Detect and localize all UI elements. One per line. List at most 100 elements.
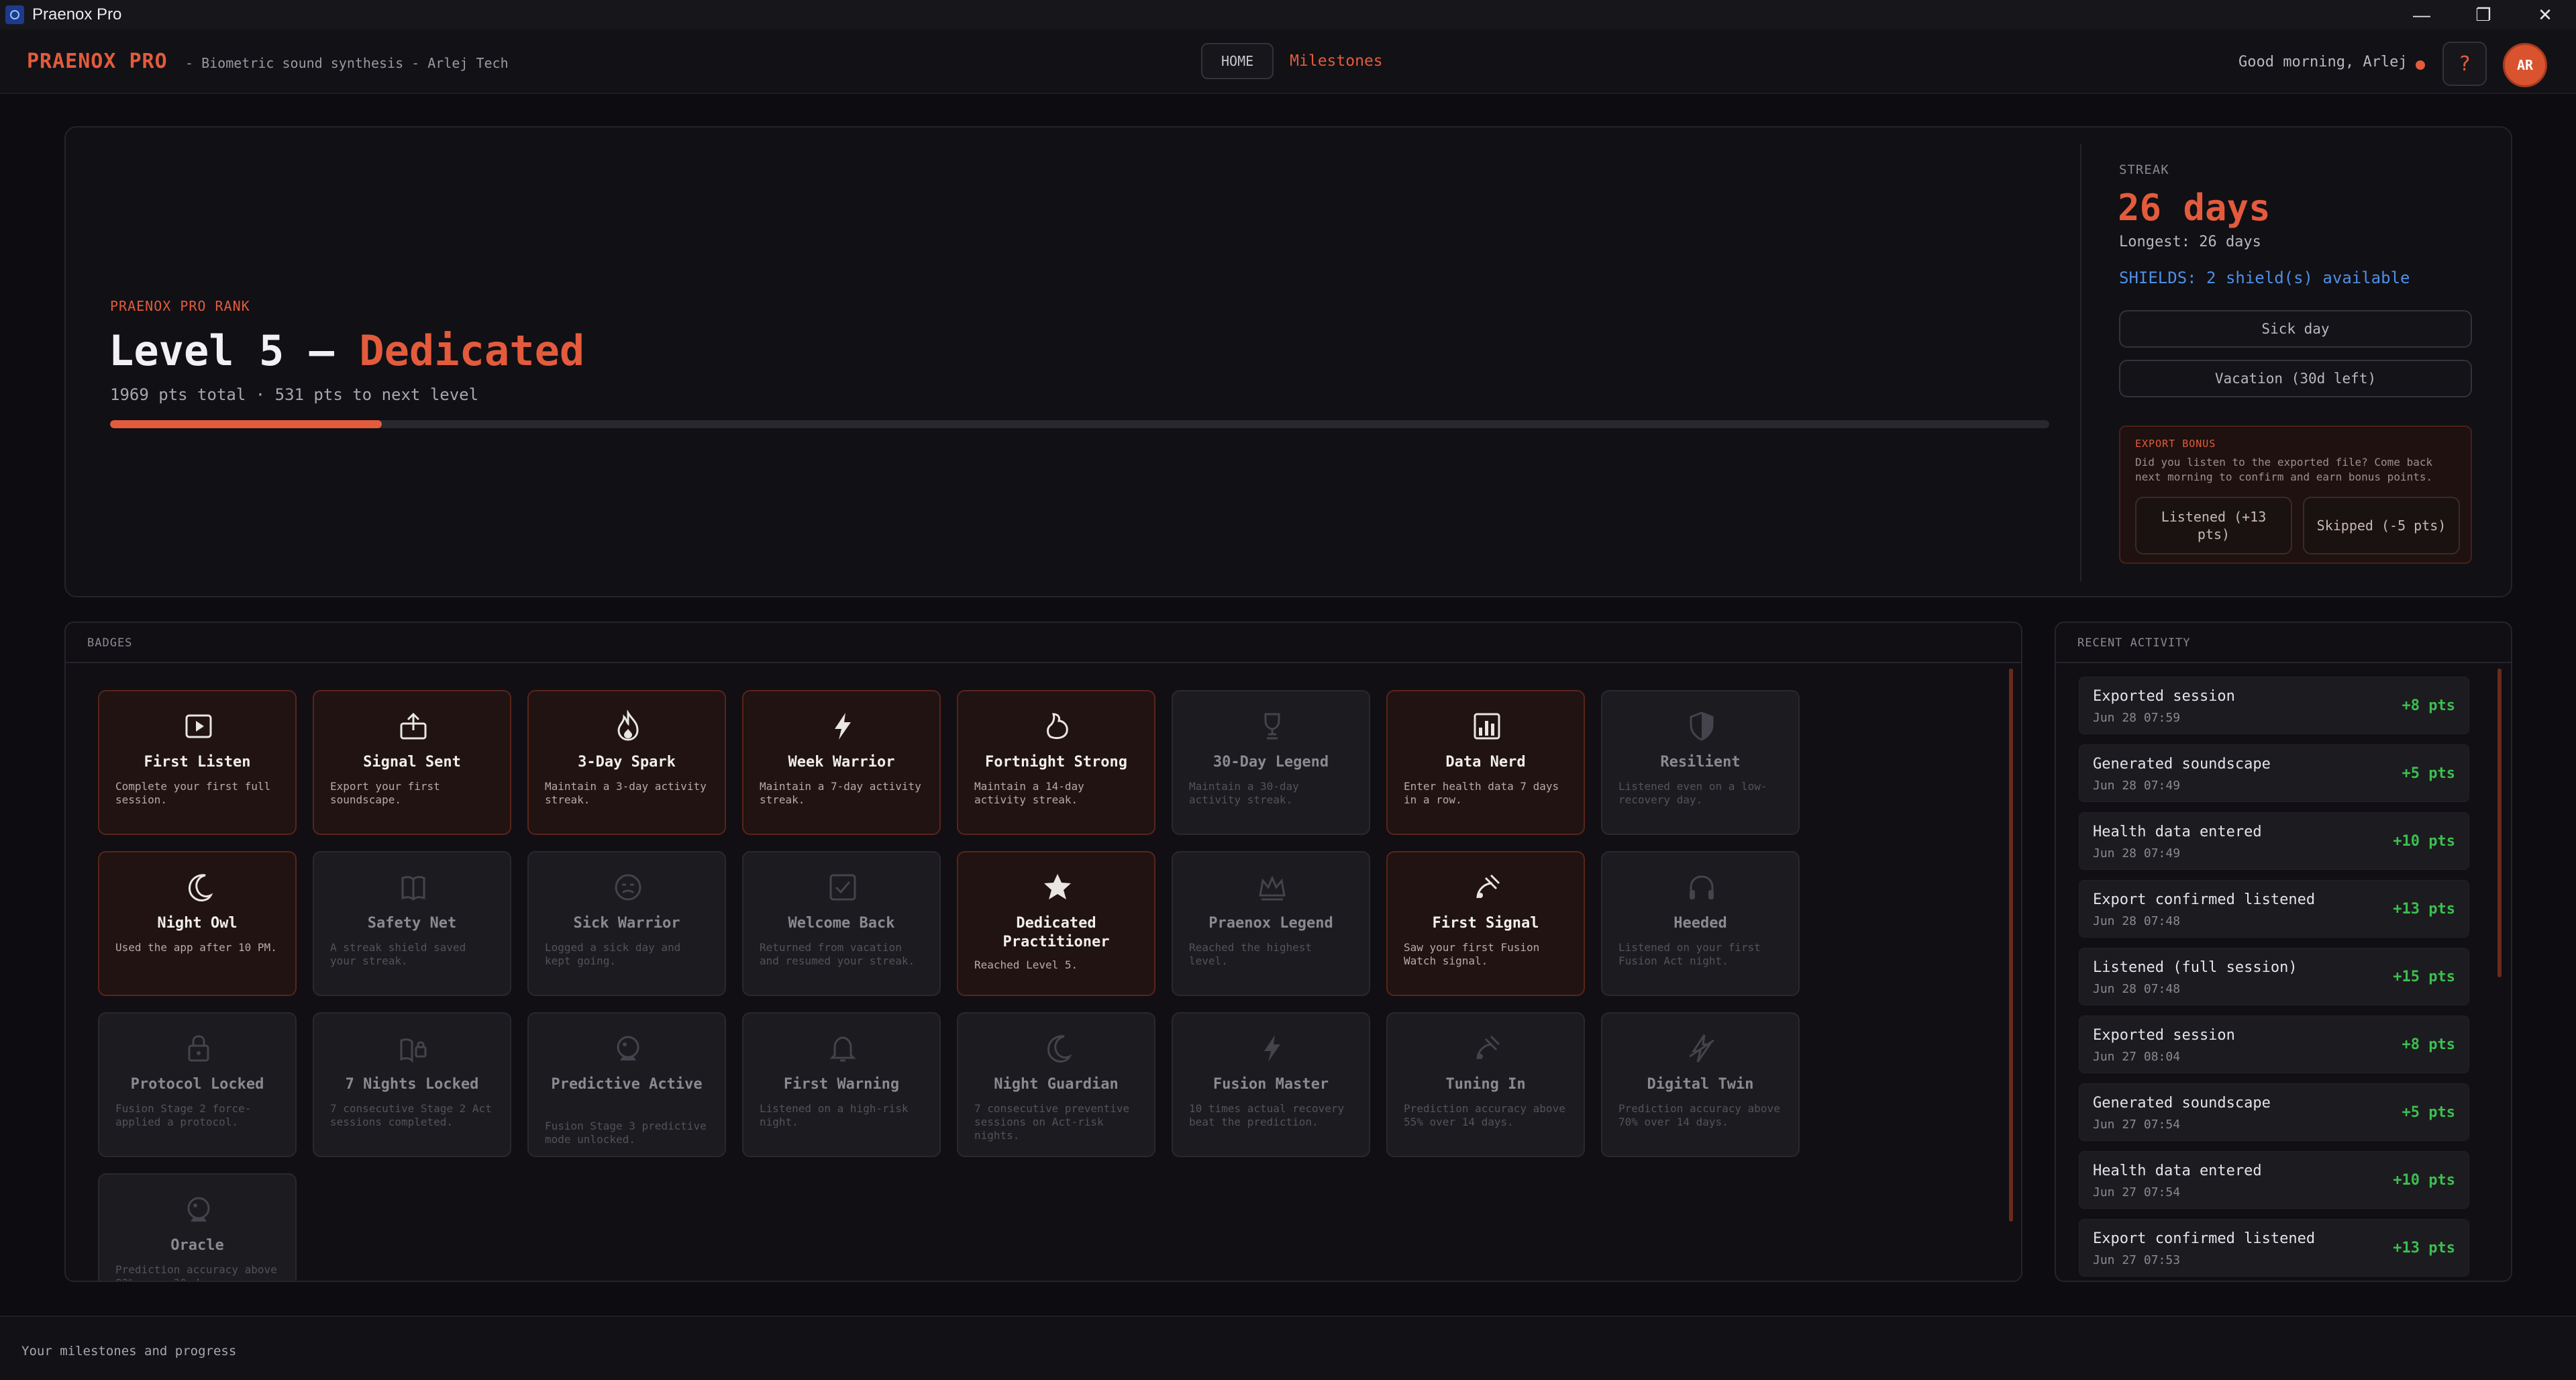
lock-book-icon — [396, 1031, 431, 1066]
badge-card[interactable]: 7 Nights Locked 7 consecutive Stage 2 Act… — [313, 1012, 511, 1157]
badge-name: Fortnight Strong — [985, 754, 1127, 771]
badge-card[interactable]: Digital Twin Prediction accuracy above 70… — [1601, 1012, 1800, 1157]
badge-card[interactable]: Praenox Legend Reached the highest level. — [1172, 851, 1370, 996]
vacation-button[interactable]: Vacation (30d left) — [2119, 360, 2472, 397]
activity-title: Health data entered — [2093, 824, 2262, 840]
activity-time: Jun 28 07:48 — [2093, 914, 2181, 928]
badge-card[interactable]: Signal Sent Export your first soundscape. — [313, 690, 511, 835]
badge-card[interactable]: Night Guardian 7 consecutive preventive s… — [957, 1012, 1155, 1157]
badge-card[interactable]: Welcome Back Returned from vacation and r… — [742, 851, 941, 996]
help-button[interactable]: ? — [2442, 42, 2487, 86]
badge-card[interactable]: Dedicated Practitioner Reached Level 5. — [957, 851, 1155, 996]
activity-item: Health data entered Jun 27 07:54 +10 pts — [2079, 1151, 2469, 1209]
badge-description: 10 times actual recovery beat the predic… — [1189, 1102, 1345, 1128]
shields-available: SHIELDS: 2 shield(s) available — [2119, 268, 2410, 287]
crystal-ball-icon — [611, 1031, 646, 1066]
minimize-icon[interactable]: — — [2391, 0, 2453, 30]
app-icon — [5, 5, 24, 24]
badge-name: Digital Twin — [1647, 1076, 1754, 1093]
bell-icon — [825, 1031, 860, 1066]
badge-card[interactable]: Week Warrior Maintain a 7-day activity st… — [742, 690, 941, 835]
badge-card[interactable]: Predictive Active Fusion Stage 3 predicti… — [527, 1012, 726, 1157]
badge-card[interactable]: Heeded Listened on your first Fusion Act … — [1601, 851, 1800, 996]
activity-time: Jun 28 07:49 — [2093, 846, 2181, 860]
export-bonus-description: Did you listen to the exported file? Com… — [2135, 456, 2433, 483]
badge-card[interactable]: First Signal Saw your first Fusion Watch … — [1386, 851, 1585, 996]
badge-name: Resilient — [1660, 754, 1741, 771]
badge-card[interactable]: Resilient Listened even on a low-recovery… — [1601, 690, 1800, 835]
activity-points: +5 pts — [2402, 1104, 2455, 1121]
badge-name: Tuning In — [1445, 1076, 1526, 1093]
badge-card[interactable]: First Listen Complete your first full ses… — [98, 690, 297, 835]
nav-home-button[interactable]: HOME — [1201, 43, 1274, 79]
activity-scrollbar[interactable] — [2497, 669, 2502, 977]
export-bonus-card: EXPORT BONUS Did you listen to the expor… — [2119, 426, 2472, 564]
activity-title: Health data entered — [2093, 1163, 2262, 1179]
star-icon — [1040, 870, 1075, 905]
activity-item: Exported session Jun 27 08:04 +8 pts — [2079, 1016, 2469, 1073]
badge-card[interactable]: Safety Net A streak shield saved your str… — [313, 851, 511, 996]
bolt-icon — [825, 709, 860, 744]
activity-item: Exported session Jun 28 07:59 +8 pts — [2079, 677, 2469, 734]
badge-card[interactable]: Oracle Prediction accuracy above 82% over… — [98, 1173, 297, 1281]
close-icon[interactable]: ✕ — [2514, 0, 2576, 30]
badge-name: First Listen — [144, 754, 251, 771]
badge-description: Reached Level 5. — [974, 958, 1078, 971]
activity-points: +8 pts — [2402, 697, 2455, 714]
badge-name: Data Nerd — [1445, 754, 1526, 771]
badge-name: Predictive Active — [551, 1076, 703, 1093]
badge-description: Prediction accuracy above 70% over 14 da… — [1618, 1102, 1780, 1128]
badge-name: Sick Warrior — [573, 915, 680, 932]
badge-description: Complete your first full session. — [115, 780, 271, 806]
user-avatar[interactable]: AR — [2503, 43, 2547, 87]
rank-level-name: Dedicated — [359, 326, 585, 375]
badge-card[interactable]: Fusion Master 10 times actual recovery be… — [1172, 1012, 1370, 1157]
headphones-icon — [1684, 870, 1719, 905]
activity-points: +10 pts — [2393, 1172, 2455, 1189]
activity-points: +8 pts — [2402, 1036, 2455, 1053]
status-dot-icon — [2416, 60, 2425, 70]
restore-icon[interactable]: ❐ — [2453, 0, 2514, 30]
badge-name: First Warning — [783, 1076, 900, 1093]
activity-title: Generated soundscape — [2093, 756, 2271, 773]
main-nav: HOME Milestones — [1201, 43, 1383, 79]
activity-points: +13 pts — [2393, 901, 2455, 918]
activity-item: Generated soundscape Jun 27 07:54 +5 pts — [2079, 1083, 2469, 1141]
badge-card[interactable]: Sick Warrior Logged a sick day and kept g… — [527, 851, 726, 996]
badge-card[interactable]: 30-Day Legend Maintain a 30-day activity … — [1172, 690, 1370, 835]
badge-grid: First Listen Complete your first full ses… — [98, 690, 1977, 1281]
badge-card[interactable]: Fortnight Strong Maintain a 14-day activi… — [957, 690, 1155, 835]
badges-scrollbar[interactable] — [2009, 669, 2013, 1222]
checkbox-icon — [825, 870, 860, 905]
badge-card[interactable]: Night Owl Used the app after 10 PM. — [98, 851, 297, 996]
badge-card[interactable]: 3-Day Spark Maintain a 3-day activity str… — [527, 690, 726, 835]
badge-card[interactable]: Data Nerd Enter health data 7 days in a r… — [1386, 690, 1585, 835]
footer-text: Your milestones and progress — [21, 1344, 237, 1359]
badge-name: Heeded — [1673, 915, 1727, 932]
badges-header: BADGES — [66, 623, 2021, 663]
badge-card[interactable]: Protocol Locked Fusion Stage 2 force-appl… — [98, 1012, 297, 1157]
badge-description: Prediction accuracy above 82% over 30 da… — [115, 1263, 277, 1281]
shield-icon — [1684, 709, 1719, 744]
badge-name: 30-Day Legend — [1213, 754, 1329, 771]
badge-name: Fusion Master — [1213, 1076, 1329, 1093]
greeting-text: Good morning, Arlej — [2238, 54, 2408, 70]
rank-title: Level 5 — Dedicated — [109, 326, 584, 375]
level-progress-bar — [110, 420, 2049, 428]
lock-icon — [181, 1031, 216, 1066]
skipped-button[interactable]: Skipped (-5 pts) — [2303, 497, 2460, 554]
listened-button[interactable]: Listened (+13 pts) — [2135, 497, 2292, 554]
badge-card[interactable]: First Warning Listened on a high-risk nig… — [742, 1012, 941, 1157]
tagline: - Biometric sound synthesis - Arlej Tech — [185, 55, 509, 71]
export-bonus-title: EXPORT BONUS — [2135, 438, 2216, 450]
badge-card[interactable]: Tuning In Prediction accuracy above 55% o… — [1386, 1012, 1585, 1157]
badge-name: Week Warrior — [788, 754, 895, 771]
activity-title: Listened (full session) — [2093, 959, 2298, 976]
trophy-icon — [1255, 709, 1290, 744]
badge-name: Protocol Locked — [130, 1076, 264, 1093]
badge-name: First Signal — [1432, 915, 1539, 932]
activity-title: Exported session — [2093, 688, 2235, 705]
sick-day-button[interactable]: Sick day — [2119, 310, 2472, 348]
activity-time: Jun 27 08:04 — [2093, 1050, 2181, 1064]
nav-milestones-link[interactable]: Milestones — [1290, 52, 1382, 70]
